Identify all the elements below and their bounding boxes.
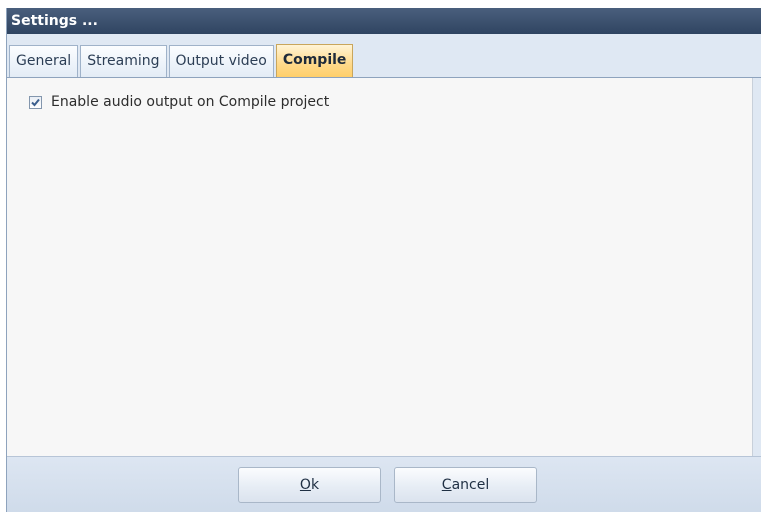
title-bar: Settings ... [7, 8, 761, 34]
cancel-button-mnemonic: C [441, 477, 452, 493]
tab-output-video[interactable]: Output video [168, 45, 274, 77]
compile-tab-panel: Enable audio output on Compile project [7, 78, 753, 456]
ok-button-mnemonic: O [299, 477, 311, 493]
tab-streaming[interactable]: Streaming [80, 45, 167, 77]
tab-compile[interactable]: Compile [275, 44, 354, 77]
enable-audio-option[interactable]: Enable audio output on Compile project [29, 94, 329, 110]
tab-general[interactable]: General [9, 45, 79, 77]
cancel-button[interactable]: Cancel [394, 467, 537, 503]
ok-button-label-rest: k [310, 477, 320, 493]
dialog-title: Settings ... [11, 13, 98, 29]
tab-strip: General Streaming Output video Compile [7, 34, 761, 78]
cancel-button-label-rest: ancel [451, 477, 490, 493]
settings-dialog: Settings ... General Streaming Output vi… [6, 8, 761, 512]
enable-audio-checkbox[interactable] [29, 95, 42, 109]
enable-audio-label: Enable audio output on Compile project [51, 94, 330, 110]
dialog-footer: Ok Cancel [7, 456, 761, 512]
ok-button[interactable]: Ok [238, 467, 381, 503]
check-icon [31, 98, 40, 106]
tab-list: General Streaming Output video Compile [9, 44, 355, 78]
